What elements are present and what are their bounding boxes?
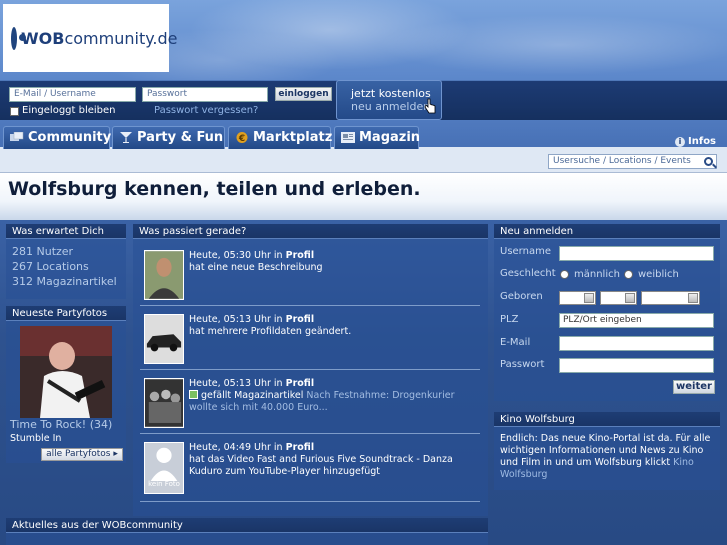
user-avatar[interactable]	[144, 314, 184, 364]
email-label: E-Mail	[500, 337, 531, 348]
tab-marktplatz-label: Marktplatz	[253, 130, 333, 145]
birth-month-select[interactable]	[600, 291, 637, 305]
logo-globe-icon	[11, 26, 26, 50]
feed-profile-link[interactable]: Profil	[286, 378, 314, 389]
forgot-password-link[interactable]: Passwort vergessen?	[154, 105, 258, 116]
tab-community-label: Community	[28, 130, 112, 145]
feed-item: Heute, 05:13 Uhr in Profil gefällt Magaz…	[140, 374, 480, 434]
password-label: Passwort	[500, 359, 545, 370]
tab-marktplatz[interactable]: € Marktplatz	[228, 126, 333, 149]
newspaper-icon	[341, 132, 355, 143]
remember-label: Eingeloggt bleiben	[22, 105, 116, 116]
news-panel: Aktuelles aus der WOBcommunity	[6, 518, 488, 545]
gender-female-label: weiblich	[638, 269, 679, 280]
continue-button[interactable]: weiter	[673, 380, 715, 394]
party-photos-panel: Neueste Partyfotos Time To Rock! (34) St…	[6, 306, 126, 463]
gender-male-label: männlich	[574, 269, 620, 280]
feed-item: Heute, 05:13 Uhr in Profil hat mehrere Pr…	[140, 310, 480, 370]
register-email-input[interactable]	[559, 336, 714, 351]
main-nav: Community Party & Fun € Marktplatz Magaz…	[0, 126, 727, 150]
euro-icon: €	[236, 132, 248, 143]
community-icon	[10, 132, 24, 141]
feed-text: gefällt Magazinartikel	[201, 390, 304, 401]
all-party-photos-button[interactable]: alle Partyfotos ▸	[41, 448, 123, 461]
password-input[interactable]: Passwort	[142, 87, 268, 102]
like-icon	[189, 390, 198, 399]
gender-label: Geschlecht	[500, 268, 556, 279]
zip-label: PLZ	[500, 314, 519, 325]
cocktail-icon	[120, 132, 132, 143]
search-icon[interactable]	[704, 157, 713, 166]
photo-caption[interactable]: Time To Rock! (34)	[10, 418, 112, 431]
chevron-down-icon	[688, 293, 698, 303]
gender-male-radio[interactable]	[560, 270, 569, 279]
feed-text: hat das Video Fast and Furious Five Soun…	[189, 454, 453, 477]
birth-year-select[interactable]	[641, 291, 700, 305]
page-title: Wolfsburg kennen, teilen und erleben.	[0, 173, 727, 220]
register-zip-input[interactable]: PLZ/Ort eingeben	[559, 313, 714, 328]
kino-title: Kino Wolfsburg	[494, 412, 720, 427]
feed-time: Heute, 04:49 Uhr in	[189, 442, 283, 453]
birth-day-select[interactable]	[559, 291, 596, 305]
feed-item: kein Foto Heute, 04:49 Uhr in Profil hat …	[140, 438, 480, 502]
no-photo-label: kein Foto	[148, 480, 180, 488]
feed-profile-link[interactable]: Profil	[286, 442, 314, 453]
site-search-input[interactable]: Usersuche / Locations / Events	[548, 154, 717, 169]
expect-title: Was erwartet Dich	[6, 224, 126, 239]
kino-teaser: Endlich: Das neue Kino-Portal ist da. Fü…	[500, 433, 711, 480]
feed-time: Heute, 05:30 Uhr in	[189, 250, 283, 261]
user-avatar[interactable]	[144, 250, 184, 300]
person-silhouette-icon	[150, 447, 178, 481]
stat-articles[interactable]: 312 Magazinartikel	[12, 274, 126, 289]
login-button[interactable]: einloggen	[275, 87, 332, 101]
party-photos-title: Neueste Partyfotos	[6, 306, 126, 321]
feed-item: Heute, 05:30 Uhr in Profil hat eine neue …	[140, 246, 480, 306]
activity-feed-title: Was passiert gerade?	[133, 224, 488, 239]
site-logo[interactable]: WOBcommunity.de	[3, 4, 177, 72]
remember-checkbox[interactable]	[10, 107, 19, 116]
logo-text: WOBcommunity.de	[21, 28, 178, 48]
feed-text: hat eine neue Beschreibung	[189, 262, 323, 273]
gender-female-radio[interactable]	[624, 270, 633, 279]
tab-magazin[interactable]: Magazin	[334, 126, 421, 149]
party-photo[interactable]	[20, 326, 112, 418]
register-username-input[interactable]	[559, 246, 714, 261]
hand-cursor-icon	[424, 98, 436, 114]
email-username-input[interactable]: E-Mail / Username	[9, 87, 136, 102]
news-title: Aktuelles aus der WOBcommunity	[6, 518, 488, 533]
tab-community[interactable]: Community	[3, 126, 112, 149]
feed-profile-link[interactable]: Profil	[286, 314, 314, 325]
feed-time: Heute, 05:13 Uhr in	[189, 378, 283, 389]
stat-locations[interactable]: 267 Locations	[12, 259, 126, 274]
no-photo-avatar[interactable]: kein Foto	[144, 442, 184, 494]
feed-time: Heute, 05:13 Uhr in	[189, 314, 283, 325]
register-title: Neu anmelden	[494, 224, 720, 239]
feed-text: hat mehrere Profildaten geändert.	[189, 326, 352, 337]
tab-party-fun-label: Party & Fun	[137, 130, 224, 145]
infos-link[interactable]: i Infos	[675, 136, 716, 147]
chevron-down-icon	[584, 293, 594, 303]
expect-panel: Was erwartet Dich 281 Nutzer 267 Locatio…	[6, 224, 126, 299]
stat-users[interactable]: 281 Nutzer	[12, 244, 126, 259]
born-label: Geboren	[500, 291, 543, 302]
user-avatar[interactable]	[144, 378, 184, 428]
chevron-down-icon	[625, 293, 635, 303]
username-label: Username	[500, 246, 551, 257]
tab-party-fun[interactable]: Party & Fun	[112, 126, 225, 149]
feed-profile-link[interactable]: Profil	[286, 250, 314, 261]
info-icon: i	[675, 137, 685, 147]
photo-location[interactable]: Stumble In	[10, 433, 61, 444]
tab-magazin-label: Magazin	[359, 130, 421, 145]
svg-text:€: €	[238, 134, 245, 143]
register-password-input[interactable]	[559, 358, 714, 373]
